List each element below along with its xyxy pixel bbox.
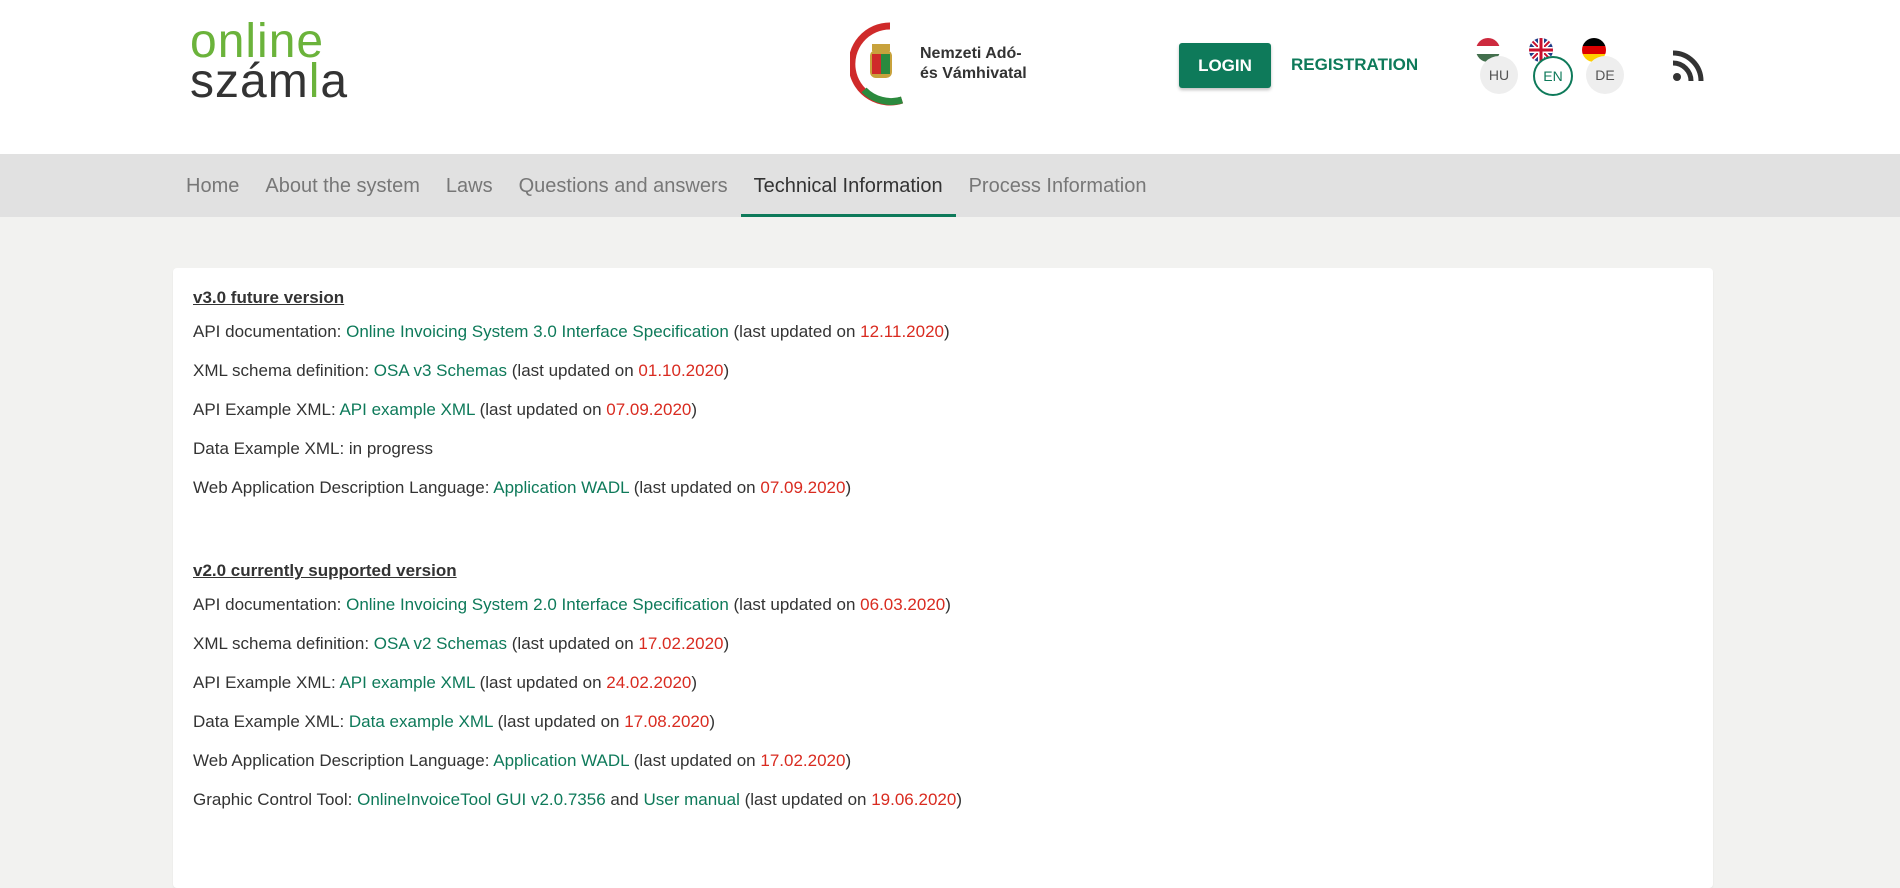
updated-date: 17.08.2020 (624, 712, 710, 731)
updated-date: 07.09.2020 (760, 478, 846, 497)
updated-date: 19.06.2020 (871, 790, 957, 809)
nav-crest-icon (850, 22, 904, 106)
nav-item-home[interactable]: Home (173, 154, 252, 217)
updated-date: 24.02.2020 (606, 673, 692, 692)
doc-row: API Example XML: API example XML (last u… (193, 673, 698, 692)
doc-row: API documentation: Online Invoicing Syst… (193, 322, 950, 341)
content-card: v3.0 future version API documentation: O… (173, 268, 1713, 888)
updated-date: 17.02.2020 (638, 634, 724, 653)
section-title: v3.0 future version (193, 288, 345, 307)
doc-link[interactable]: OSA v3 Schemas (374, 361, 507, 380)
updated-date: 01.10.2020 (638, 361, 724, 380)
lang-code-de: DE (1586, 56, 1624, 94)
doc-row: Web Application Description Language: Ap… (193, 478, 852, 497)
lang-code-hu: HU (1480, 56, 1518, 94)
site-header: online számla Nemzeti Adó- és Vámhivatal… (0, 0, 1900, 154)
user-manual-link[interactable]: User manual (643, 790, 739, 809)
nav-item-laws[interactable]: Laws (433, 154, 506, 217)
tool-link[interactable]: OnlineInvoiceTool GUI v2.0.7356 (357, 790, 606, 809)
logo-line2: számla (190, 55, 349, 108)
doc-link[interactable]: OSA v2 Schemas (374, 634, 507, 653)
updated-date: 07.09.2020 (606, 400, 692, 419)
updated-date: 17.02.2020 (760, 751, 846, 770)
doc-row: Web Application Description Language: Ap… (193, 751, 852, 770)
login-button[interactable]: LOGIN (1179, 43, 1271, 88)
doc-row: API documentation: Online Invoicing Syst… (193, 595, 951, 614)
v2-section: v2.0 currently supported version API doc… (193, 561, 962, 829)
v3-section: v3.0 future version API documentation: O… (193, 288, 950, 517)
doc-link[interactable]: API example XML (339, 673, 474, 692)
doc-row: Data Example XML: in progress (193, 439, 433, 458)
doc-row: XML schema definition: OSA v2 Schemas (l… (193, 634, 730, 653)
doc-link[interactable]: Application WADL (493, 478, 629, 497)
doc-link[interactable]: API example XML (339, 400, 474, 419)
nav-agency-logo[interactable]: Nemzeti Adó- és Vámhivatal (850, 20, 1027, 108)
nav-item-about[interactable]: About the system (252, 154, 433, 217)
lang-hu[interactable]: HU (1476, 38, 1518, 96)
doc-link[interactable]: Online Invoicing System 2.0 Interface Sp… (346, 595, 729, 614)
doc-row: XML schema definition: OSA v3 Schemas (l… (193, 361, 730, 380)
registration-link[interactable]: REGISTRATION (1291, 55, 1418, 75)
doc-row: API Example XML: API example XML (last u… (193, 400, 698, 419)
updated-date: 06.03.2020 (860, 595, 946, 614)
section-title: v2.0 currently supported version (193, 561, 457, 580)
updated-date: 12.11.2020 (860, 322, 944, 341)
doc-row: Data Example XML: Data example XML (last… (193, 712, 715, 731)
nav-item-technical[interactable]: Technical Information (740, 154, 956, 217)
nav-item-qa[interactable]: Questions and answers (506, 154, 741, 217)
doc-link[interactable]: Data example XML (349, 712, 493, 731)
lang-code-en: EN (1533, 56, 1573, 96)
agency-name: Nemzeti Adó- és Vámhivatal (920, 45, 1027, 82)
nav-item-process[interactable]: Process Information (956, 154, 1160, 217)
main-navigation: Home About the system Laws Questions and… (0, 154, 1900, 217)
doc-link[interactable]: Application WADL (493, 751, 629, 770)
lang-de[interactable]: DE (1582, 38, 1624, 96)
doc-link[interactable]: Online Invoicing System 3.0 Interface Sp… (346, 322, 729, 341)
online-szamla-logo[interactable]: online számla (190, 18, 349, 108)
doc-row: Graphic Control Tool: OnlineInvoiceTool … (193, 790, 962, 809)
rss-icon[interactable] (1672, 50, 1704, 87)
lang-en[interactable]: EN (1529, 38, 1573, 96)
